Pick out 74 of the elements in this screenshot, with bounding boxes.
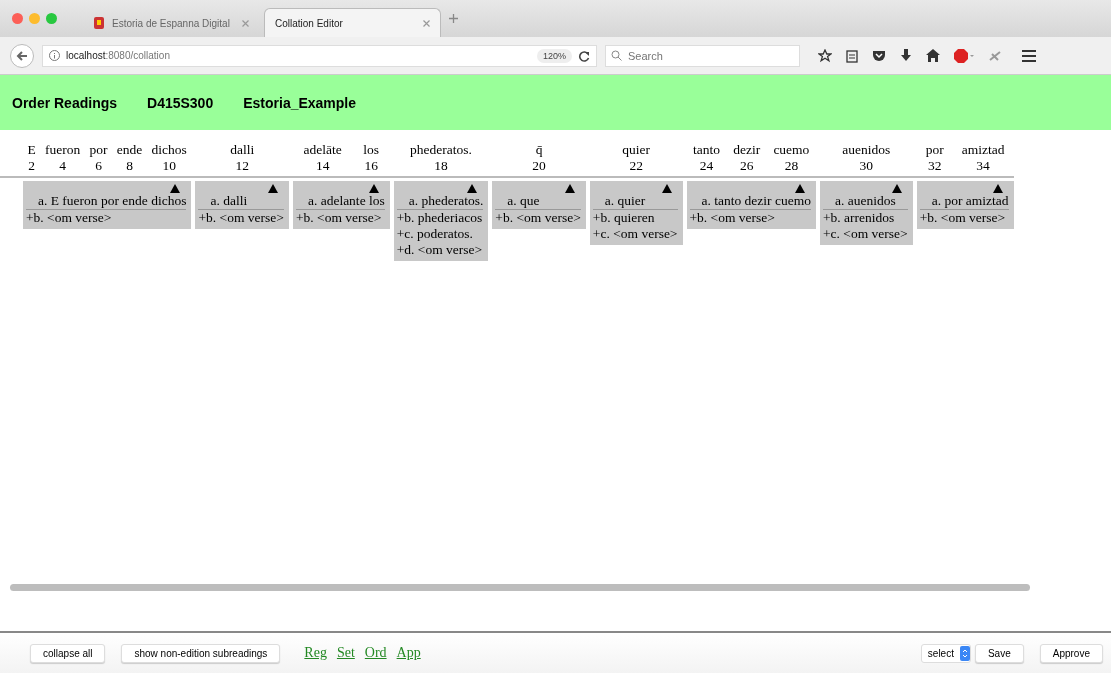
token-word: dichos: [151, 142, 187, 158]
token-word: por: [925, 142, 944, 158]
variant-reading[interactable]: +b. <om verse>: [295, 210, 385, 226]
main-reading[interactable]: a. por amiztad: [919, 193, 1009, 210]
token-word: dezir: [733, 142, 761, 158]
token-number: 18: [434, 158, 448, 174]
token-word: tanto: [693, 142, 721, 158]
token-number: 20: [532, 158, 546, 174]
variant-reading[interactable]: +c. <om verse>: [592, 226, 678, 242]
stage-link[interactable]: Reg: [304, 645, 327, 661]
zoom-level[interactable]: 120%: [536, 48, 572, 63]
project-name: Estoria_Example: [243, 94, 357, 111]
token-number: 26: [739, 158, 754, 174]
stage-link[interactable]: Ord: [364, 645, 387, 661]
token-word: amiztad: [961, 142, 1005, 158]
token-word: phederatos.: [410, 142, 472, 158]
stage-link[interactable]: App: [396, 645, 421, 661]
token-number: 24: [699, 158, 714, 174]
main-reading[interactable]: a. E fueron por ende dichos: [26, 193, 187, 210]
variant-reading[interactable]: +b. <om verse>: [198, 210, 284, 226]
main-reading[interactable]: a. adelante los: [295, 193, 385, 210]
approve-button[interactable]: Approve: [1039, 643, 1103, 663]
token-word: E: [27, 142, 36, 158]
variant-reading[interactable]: +b. arrenidos: [822, 210, 908, 226]
token-word: cuemo: [773, 142, 810, 158]
save-button[interactable]: Save: [974, 643, 1024, 663]
variant-reading[interactable]: +b. <om verse>: [689, 210, 811, 226]
token-word: ende: [116, 142, 143, 158]
token-word: auenidos: [842, 142, 891, 158]
token-number: 28: [784, 158, 799, 174]
variant-reading[interactable]: +b. quieren: [592, 210, 678, 226]
toolbar-button[interactable]: show non-edition subreadings: [121, 643, 281, 663]
variant-reading[interactable]: +c. poderatos.: [396, 226, 484, 242]
main-reading[interactable]: a. auenidos: [822, 193, 908, 210]
token-number: 14: [315, 158, 330, 174]
token-number: 16: [364, 158, 378, 174]
variant-reading[interactable]: +c. <om verse>: [822, 226, 908, 242]
select-dropdown[interactable]: select: [920, 643, 971, 663]
variant-reading[interactable]: +b. phederiacos: [396, 210, 484, 226]
url-text: localhost:8080/collation: [66, 50, 170, 61]
token-number: 34: [976, 158, 990, 174]
stage-link[interactable]: Set: [336, 645, 355, 661]
token-word: quier: [622, 142, 650, 158]
variant-reading[interactable]: +b. <om verse>: [495, 210, 581, 226]
token-number: 4: [59, 158, 67, 174]
variant-reading[interactable]: +b. <om verse>: [919, 210, 1009, 226]
token-number: 22: [629, 158, 643, 174]
token-number: 32: [927, 158, 942, 174]
variant-reading[interactable]: +b. <om verse>: [26, 210, 187, 226]
main-reading[interactable]: a. que: [495, 193, 581, 210]
token-word: q̄: [535, 142, 543, 158]
main-reading[interactable]: a. quier: [592, 193, 678, 210]
token-number: 12: [235, 158, 249, 174]
token-number: 6: [95, 158, 102, 174]
token-word: los: [363, 142, 380, 158]
token-number: 10: [162, 158, 176, 174]
variant-reading[interactable]: +d. <om verse>: [396, 242, 484, 258]
unit-id: D415S300: [147, 94, 214, 111]
address-bar[interactable]: localhost:8080/collation 120%: [42, 44, 597, 67]
main-reading[interactable]: a. tanto dezir cuemo: [689, 193, 811, 210]
token-word: dalli: [230, 142, 255, 158]
token-word: por: [89, 142, 108, 158]
toolbar-button[interactable]: collapse all: [30, 643, 106, 663]
page-title: Order Readings: [12, 94, 118, 111]
search-field[interactable]: Search: [605, 44, 800, 67]
token-number: 8: [126, 158, 133, 174]
token-word: fueron: [45, 142, 81, 158]
main-reading[interactable]: a. dalli: [198, 193, 284, 210]
browser-tab[interactable]: Estoria de Espanna Digital: [83, 8, 260, 37]
token-word: adelāte: [303, 142, 342, 158]
browser-tab[interactable]: Collation Editor: [264, 8, 441, 37]
token-number: 30: [859, 158, 874, 174]
main-reading[interactable]: a. phederatos.: [396, 193, 484, 210]
token-number: 2: [28, 158, 36, 174]
